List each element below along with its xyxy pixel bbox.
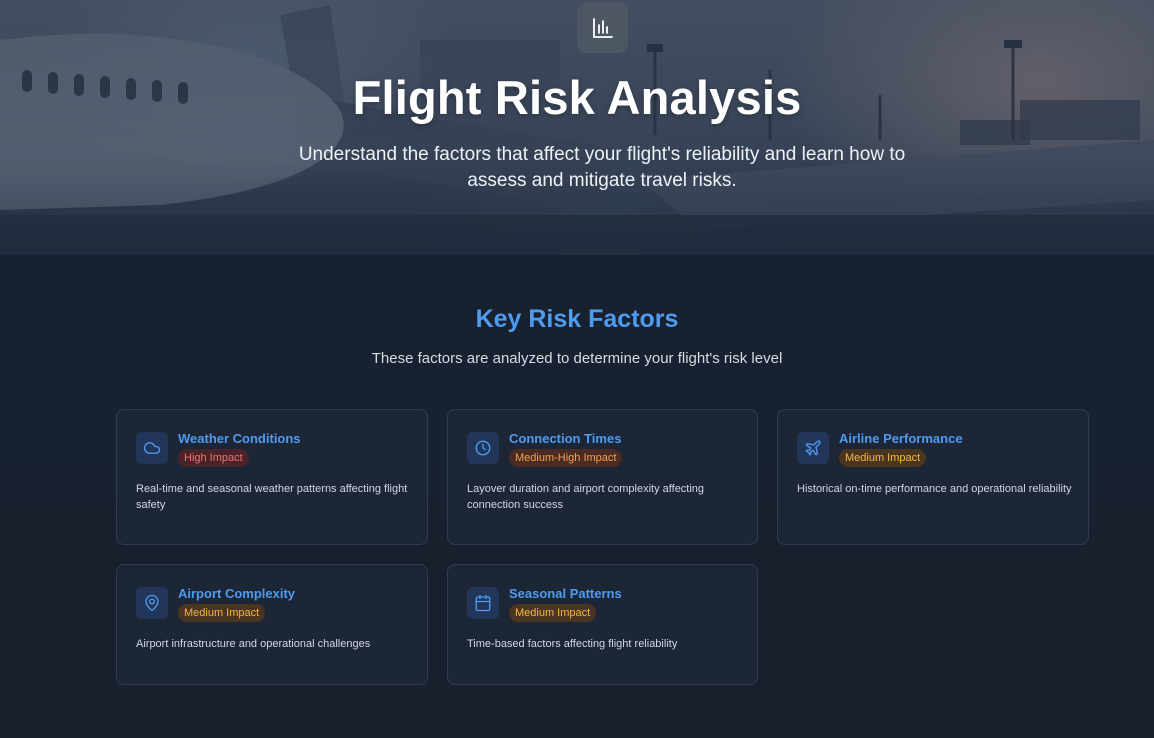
calendar-icon — [467, 587, 499, 619]
section-title: Key Risk Factors — [475, 305, 679, 333]
bar-chart-icon — [577, 2, 628, 53]
map-pin-icon — [136, 587, 168, 619]
impact-badge: Medium-High Impact — [509, 449, 623, 467]
risk-factor-card-weather[interactable]: Weather Conditions High Impact Real-time… — [116, 409, 428, 545]
section-subtitle: These factors are analyzed to determine … — [371, 350, 783, 367]
risk-factor-card-airport[interactable]: Airport Complexity Medium Impact Airport… — [116, 564, 428, 685]
impact-badge: Medium Impact — [839, 449, 927, 467]
plane-icon — [797, 432, 829, 464]
card-title: Seasonal Patterns — [509, 586, 622, 601]
clock-icon — [467, 432, 499, 464]
cloud-icon — [136, 432, 168, 464]
card-description: Real-time and seasonal weather patterns … — [136, 483, 408, 511]
risk-factor-card-seasonal[interactable]: Seasonal Patterns Medium Impact Time-bas… — [447, 564, 758, 685]
card-description: Layover duration and airport complexity … — [467, 483, 705, 511]
card-title: Airline Performance — [839, 431, 963, 446]
risk-factor-card-connection[interactable]: Connection Times Medium-High Impact Layo… — [447, 409, 758, 545]
card-title: Connection Times — [509, 431, 622, 446]
impact-badge: Medium Impact — [178, 604, 266, 622]
card-title: Airport Complexity — [178, 586, 296, 601]
risk-factor-card-airline[interactable]: Airline Performance Medium Impact Histor… — [777, 409, 1089, 545]
page: Flight Risk Analysis Understand the fact… — [0, 0, 1154, 738]
card-description: Time-based factors affecting flight reli… — [467, 638, 678, 650]
page-subtitle: Understand the factors that affect your … — [298, 144, 906, 191]
card-description: Historical on-time performance and opera… — [797, 483, 1072, 495]
hero-banner: Flight Risk Analysis Understand the fact… — [0, 0, 1154, 255]
card-title: Weather Conditions — [178, 431, 301, 446]
page-title: Flight Risk Analysis — [352, 71, 802, 124]
impact-badge: Medium Impact — [509, 604, 597, 622]
card-description: Airport infrastructure and operational c… — [136, 638, 371, 650]
impact-badge: High Impact — [178, 449, 249, 467]
